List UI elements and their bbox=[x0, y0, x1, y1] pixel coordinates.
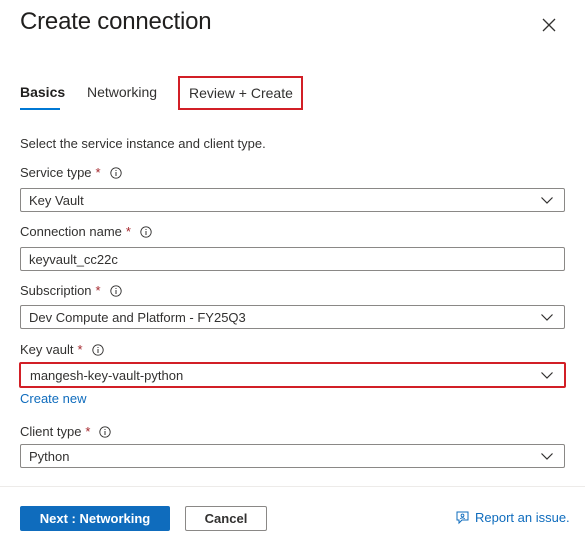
dialog-title: Create connection bbox=[20, 8, 212, 35]
intro-text: Select the service instance and client t… bbox=[20, 136, 266, 151]
service-type-label: Service type * bbox=[20, 165, 122, 180]
connection-name-value: keyvault_cc22c bbox=[29, 251, 118, 267]
client-type-dropdown[interactable]: Python bbox=[20, 444, 565, 468]
required-marker: * bbox=[95, 165, 101, 180]
tab-review-create[interactable]: Review + Create bbox=[178, 76, 303, 110]
tab-networking[interactable]: Networking bbox=[87, 76, 162, 110]
report-issue-label: Report an issue. bbox=[475, 510, 570, 525]
required-marker: * bbox=[95, 283, 101, 298]
report-issue-link[interactable]: Report an issue. bbox=[455, 510, 570, 525]
info-icon[interactable] bbox=[109, 284, 122, 297]
create-new-link[interactable]: Create new bbox=[20, 391, 86, 406]
key-vault-label: Key vault * bbox=[20, 342, 104, 357]
connection-name-label: Connection name * bbox=[20, 224, 152, 239]
close-icon bbox=[542, 18, 556, 32]
tab-basics[interactable]: Basics bbox=[20, 76, 65, 110]
subscription-label: Subscription * bbox=[20, 283, 122, 298]
client-type-label: Client type * bbox=[20, 424, 112, 439]
key-vault-value: mangesh-key-vault-python bbox=[30, 367, 184, 383]
service-type-label-text: Service type bbox=[20, 165, 92, 180]
client-type-value: Python bbox=[29, 448, 70, 464]
chevron-down-icon bbox=[540, 449, 554, 463]
required-marker: * bbox=[85, 424, 91, 439]
cancel-button[interactable]: Cancel bbox=[185, 506, 267, 531]
footer-divider bbox=[0, 486, 585, 487]
service-type-value: Key Vault bbox=[29, 192, 84, 208]
info-icon[interactable] bbox=[91, 343, 104, 356]
required-marker: * bbox=[77, 342, 83, 357]
connection-name-input[interactable]: keyvault_cc22c bbox=[20, 247, 565, 271]
next-networking-button[interactable]: Next : Networking bbox=[20, 506, 170, 531]
close-button[interactable] bbox=[538, 14, 560, 36]
chevron-down-icon bbox=[540, 368, 554, 382]
connection-name-label-text: Connection name bbox=[20, 224, 122, 239]
client-type-label-text: Client type bbox=[20, 424, 82, 439]
chevron-down-icon bbox=[540, 193, 554, 207]
key-vault-label-text: Key vault bbox=[20, 342, 74, 357]
feedback-icon bbox=[455, 510, 470, 525]
subscription-value: Dev Compute and Platform - FY25Q3 bbox=[29, 309, 246, 325]
info-icon[interactable] bbox=[140, 225, 152, 238]
subscription-dropdown[interactable]: Dev Compute and Platform - FY25Q3 bbox=[20, 305, 565, 329]
service-type-dropdown[interactable]: Key Vault bbox=[20, 188, 565, 212]
subscription-label-text: Subscription bbox=[20, 283, 92, 298]
info-icon[interactable] bbox=[109, 166, 122, 179]
info-icon[interactable] bbox=[99, 425, 112, 438]
key-vault-dropdown[interactable]: mangesh-key-vault-python bbox=[19, 362, 566, 388]
chevron-down-icon bbox=[540, 310, 554, 324]
required-marker: * bbox=[125, 224, 131, 239]
